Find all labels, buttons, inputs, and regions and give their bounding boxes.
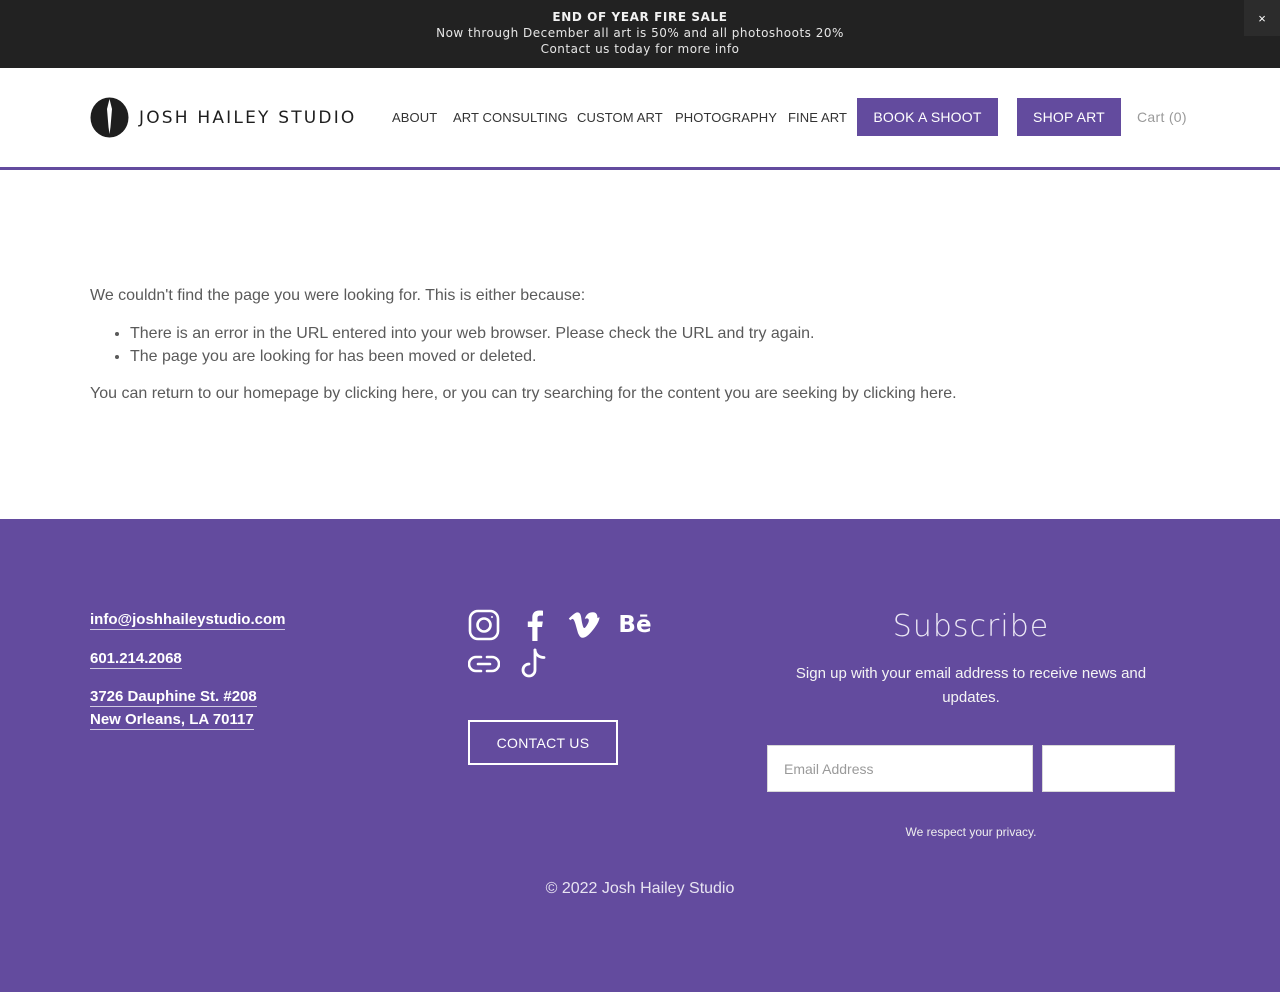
- link-icon[interactable]: [467, 647, 501, 681]
- nav-fine-art[interactable]: FINE ART: [788, 110, 847, 125]
- error-outro: You can return to our homepage by clicki…: [90, 382, 957, 405]
- logo-mark-icon: [90, 97, 129, 138]
- book-a-shoot-button[interactable]: BOOK A SHOOT: [857, 98, 998, 136]
- outro-prefix: You can return to our homepage by: [90, 385, 345, 402]
- announcement-line-2: Contact us today for more info: [540, 42, 740, 56]
- email-address-input[interactable]: [767, 745, 1033, 792]
- announcement-bar: END OF YEAR FIRE SALE Now through Decemb…: [0, 0, 1280, 68]
- error-reason: The page you are looking for has been mo…: [130, 345, 815, 368]
- close-icon: ×: [1258, 10, 1266, 26]
- site-header: JOSH HAILEY STUDIO ABOUT ART CONSULTING …: [0, 68, 1280, 170]
- behance-icon[interactable]: Bē: [616, 608, 654, 642]
- footer-address-line-2[interactable]: New Orleans, LA 70117: [90, 711, 254, 730]
- error-reason: There is an error in the URL entered int…: [130, 322, 815, 345]
- contact-us-button[interactable]: CONTACT US: [468, 720, 618, 765]
- footer-email-link[interactable]: info@joshhaileystudio.com: [90, 611, 286, 630]
- site-logo[interactable]: JOSH HAILEY STUDIO: [90, 97, 357, 138]
- logo-text: JOSH HAILEY STUDIO: [139, 107, 357, 128]
- privacy-note: We respect your privacy.: [905, 825, 1037, 839]
- outro-middle: , or you can try searching for the conte…: [433, 385, 864, 402]
- close-announcement-button[interactable]: ×: [1244, 0, 1280, 36]
- vimeo-icon[interactable]: [567, 608, 601, 642]
- homepage-link[interactable]: clicking here: [345, 385, 434, 402]
- search-link[interactable]: clicking here: [863, 385, 952, 402]
- footer-address-line-1[interactable]: 3726 Dauphine St. #208: [90, 688, 257, 707]
- outro-suffix: .: [952, 385, 957, 402]
- nav-custom-art[interactable]: CUSTOM ART: [577, 110, 663, 125]
- nav-photography[interactable]: PHOTOGRAPHY: [675, 110, 777, 125]
- subscribe-description: Sign up with your email address to recei…: [795, 665, 1147, 706]
- subscribe-title: Subscribe: [892, 609, 1050, 644]
- site-footer: info@joshhaileystudio.com 601.214.2068 3…: [0, 519, 1280, 992]
- announcement-title: END OF YEAR FIRE SALE: [552, 10, 728, 24]
- announcement-line-1: Now through December all art is 50% and …: [436, 26, 844, 40]
- tiktok-icon[interactable]: [517, 647, 551, 681]
- sign-up-button[interactable]: [1042, 745, 1175, 792]
- shop-art-button[interactable]: SHOP ART: [1017, 98, 1121, 136]
- nav-about[interactable]: ABOUT: [392, 110, 437, 125]
- error-intro: We couldn't find the page you were looki…: [90, 287, 586, 304]
- facebook-icon[interactable]: [517, 608, 551, 642]
- nav-art-consulting[interactable]: ART CONSULTING: [453, 110, 568, 125]
- cart-link[interactable]: Cart (0): [1137, 109, 1187, 125]
- instagram-icon[interactable]: [467, 608, 501, 642]
- footer-phone-link[interactable]: 601.214.2068: [90, 650, 182, 669]
- error-reasons-list: There is an error in the URL entered int…: [130, 322, 815, 368]
- copyright: © 2022 Josh Hailey Studio: [545, 880, 735, 897]
